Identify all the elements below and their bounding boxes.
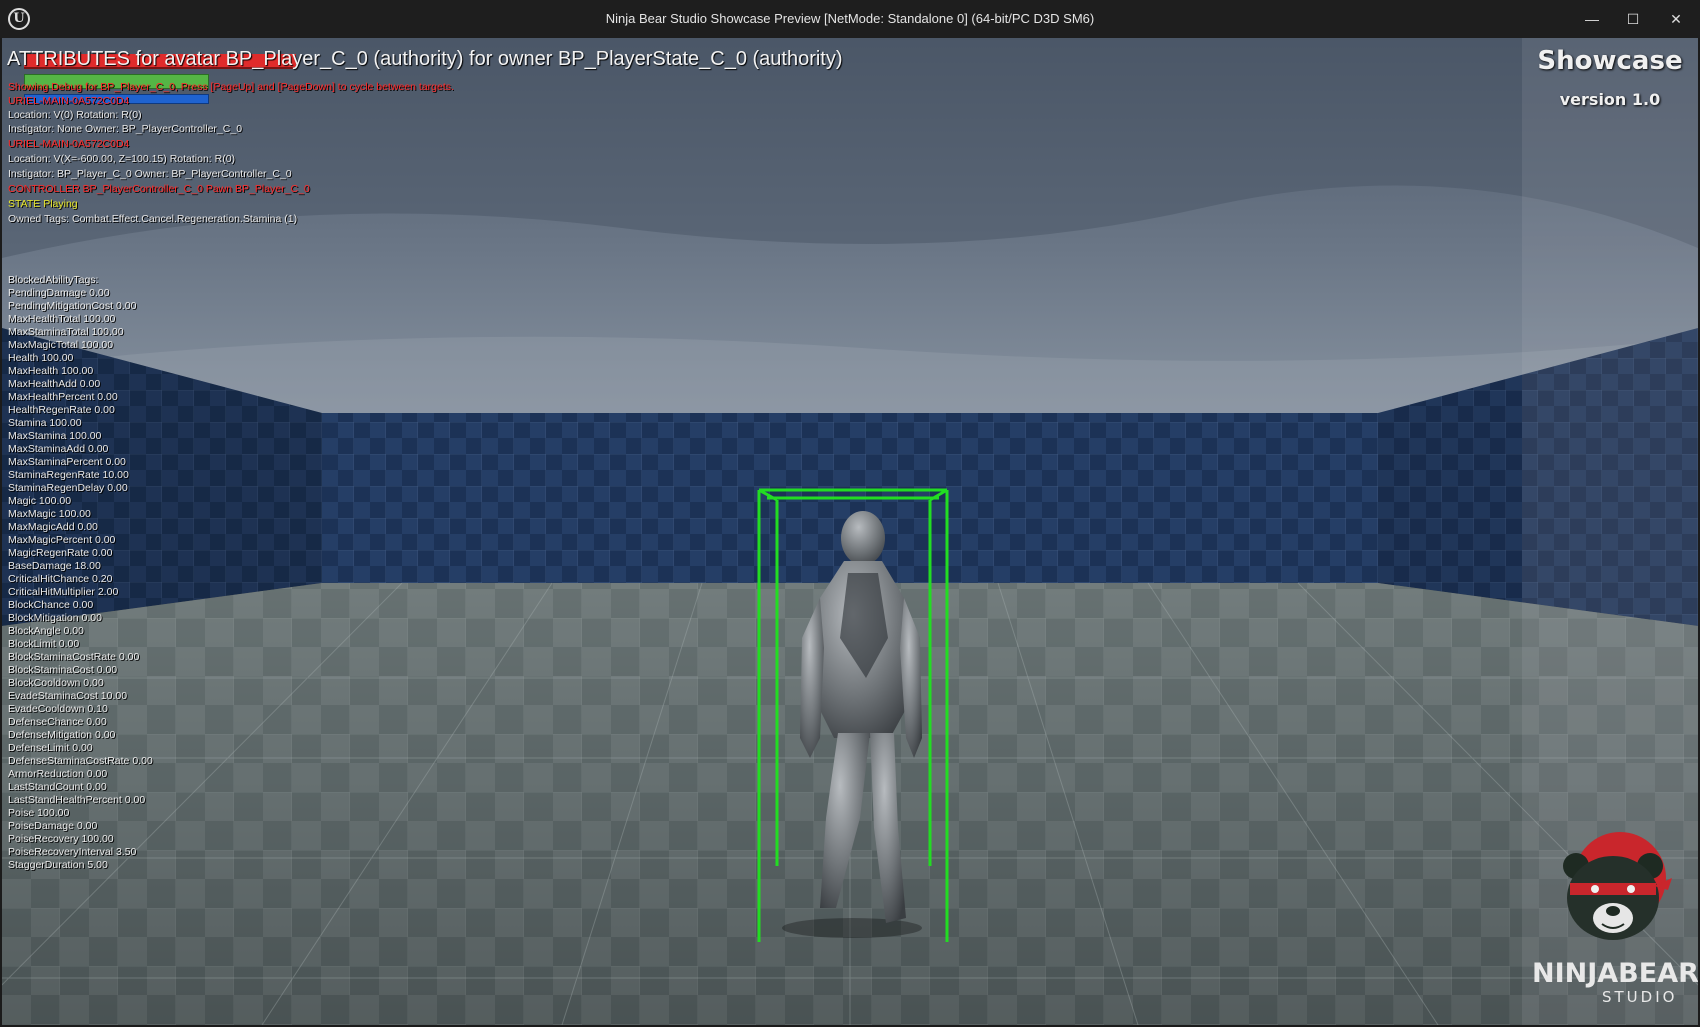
- attribute-row: StaggerDuration 5.00: [8, 859, 108, 871]
- version-label: version 1.0: [1559, 90, 1661, 109]
- debug-location-2: Location: V(X=-600.00, Z=100.15) Rotatio…: [8, 153, 236, 165]
- minimize-button[interactable]: —: [1572, 0, 1612, 38]
- attribute-row: PendingMitigationCost 0.00: [8, 300, 137, 312]
- attribute-row: PoiseRecovery 100.00: [8, 833, 114, 845]
- attribute-row: BlockCooldown 0.00: [8, 677, 104, 689]
- studio-wordmark: STUDIO: [1602, 988, 1678, 1006]
- attribute-row: EvadeCooldown 0.10: [8, 703, 108, 715]
- attribute-row: BlockLimit 0.00: [8, 638, 80, 650]
- attribute-row: MaxStaminaPercent 0.00: [8, 456, 126, 468]
- attribute-row: Stamina 100.00: [8, 417, 82, 429]
- minimize-icon: —: [1585, 11, 1599, 27]
- attribute-row: BlockedAbilityTags:: [8, 274, 99, 286]
- attribute-row: MaxMagicTotal 100.00: [8, 339, 114, 351]
- attribute-list: BlockedAbilityTags: PendingDamage 0.00 P…: [8, 274, 153, 872]
- debug-target-hint: Showing Debug for BP_Player_C_0, Press […: [8, 81, 454, 93]
- attribute-row: DefenseStaminaCostRate 0.00: [8, 755, 153, 767]
- attribute-row: LastStandHealthPercent 0.00: [8, 794, 146, 806]
- attribute-row: MaxHealthTotal 100.00: [8, 313, 116, 325]
- attribute-row: MagicRegenRate 0.00: [8, 547, 113, 559]
- attribute-row: MaxHealthAdd 0.00: [8, 378, 101, 390]
- attribute-row: Poise 100.00: [8, 807, 70, 819]
- attribute-row: HealthRegenRate 0.00: [8, 404, 115, 416]
- debug-state: STATE Playing: [8, 198, 78, 210]
- attribute-row: MaxStaminaAdd 0.00: [8, 443, 109, 455]
- window-titlebar: U Ninja Bear Studio Showcase Preview [Ne…: [0, 0, 1700, 38]
- attribute-row: BaseDamage 18.00: [8, 560, 101, 572]
- attribute-row: DefenseLimit 0.00: [8, 742, 93, 754]
- attribute-row: MaxHealthPercent 0.00: [8, 391, 118, 403]
- game-viewport[interactable]: ATTRIBUTES for avatar BP_Player_C_0 (aut…: [2, 38, 1698, 1025]
- attributes-header: ATTRIBUTES for avatar BP_Player_C_0 (aut…: [7, 48, 843, 70]
- attribute-row: BlockAngle 0.00: [8, 625, 84, 637]
- debug-instigator-1: Instigator: None Owner: BP_PlayerControl…: [8, 123, 243, 135]
- attribute-row: MaxMagicPercent 0.00: [8, 534, 116, 546]
- attribute-row: ArmorReduction 0.00: [8, 768, 108, 780]
- debug-owned-tags: Owned Tags: Combat.Effect.Cancel.Regener…: [8, 213, 298, 225]
- attribute-row: Health 100.00: [8, 352, 74, 364]
- debug-uriel-2: URIEL-MAIN-0A572C0D4: [8, 138, 130, 150]
- attribute-row: Magic 100.00: [8, 495, 72, 507]
- debug-controller: CONTROLLER BP_PlayerController_C_0 Pawn …: [8, 183, 310, 195]
- close-button[interactable]: ✕: [1656, 0, 1696, 38]
- attribute-row: MaxStaminaTotal 100.00: [8, 326, 124, 338]
- attribute-row: MaxMagicAdd 0.00: [8, 521, 98, 533]
- attribute-row: PendingDamage 0.00: [8, 287, 110, 299]
- attribute-row: BlockStaminaCostRate 0.00: [8, 651, 140, 663]
- attribute-row: DefenseChance 0.00: [8, 716, 107, 728]
- maximize-button[interactable]: ☐: [1613, 0, 1653, 38]
- attribute-row: CriticalHitChance 0.20: [8, 573, 113, 585]
- attribute-row: MaxHealth 100.00: [8, 365, 94, 377]
- attribute-row: MaxMagic 100.00: [8, 508, 91, 520]
- showcase-title: Showcase: [1537, 46, 1683, 76]
- close-icon: ✕: [1670, 10, 1682, 27]
- ninja-bear-logo-icon: [1563, 832, 1672, 940]
- debug-uriel-1: URIEL-MAIN-0A572C0D4: [8, 95, 130, 107]
- attribute-row: MaxStamina 100.00: [8, 430, 102, 442]
- attribute-row: CriticalHitMultiplier 2.00: [8, 586, 119, 598]
- attribute-row: EvadeStaminaCost 10.00: [8, 690, 128, 702]
- maximize-icon: ☐: [1626, 10, 1640, 27]
- window-title: Ninja Bear Studio Showcase Preview [NetM…: [605, 11, 1095, 26]
- debug-location-1: Location: V(0) Rotation: R(0): [8, 109, 142, 121]
- ninja-bear-wordmark: NINJABEAR: [1532, 958, 1698, 989]
- attribute-row: BlockChance 0.00: [8, 599, 94, 611]
- attribute-row: StaminaRegenDelay 0.00: [8, 482, 128, 494]
- debug-hud: ATTRIBUTES for avatar BP_Player_C_0 (aut…: [2, 38, 1698, 1025]
- attribute-row: LastStandCount 0.00: [8, 781, 107, 793]
- attribute-row: PoiseRecoveryInterval 3.50: [8, 846, 137, 858]
- attribute-row: BlockStaminaCost 0.00: [8, 664, 118, 676]
- debug-instigator-2: Instigator: BP_Player_C_0 Owner: BP_Play…: [8, 168, 292, 180]
- attribute-row: StaminaRegenRate 10.00: [8, 469, 129, 481]
- attribute-row: BlockMitigation 0.00: [8, 612, 102, 624]
- attribute-row: DefenseMitigation 0.00: [8, 729, 116, 741]
- attribute-row: PoiseDamage 0.00: [8, 820, 98, 832]
